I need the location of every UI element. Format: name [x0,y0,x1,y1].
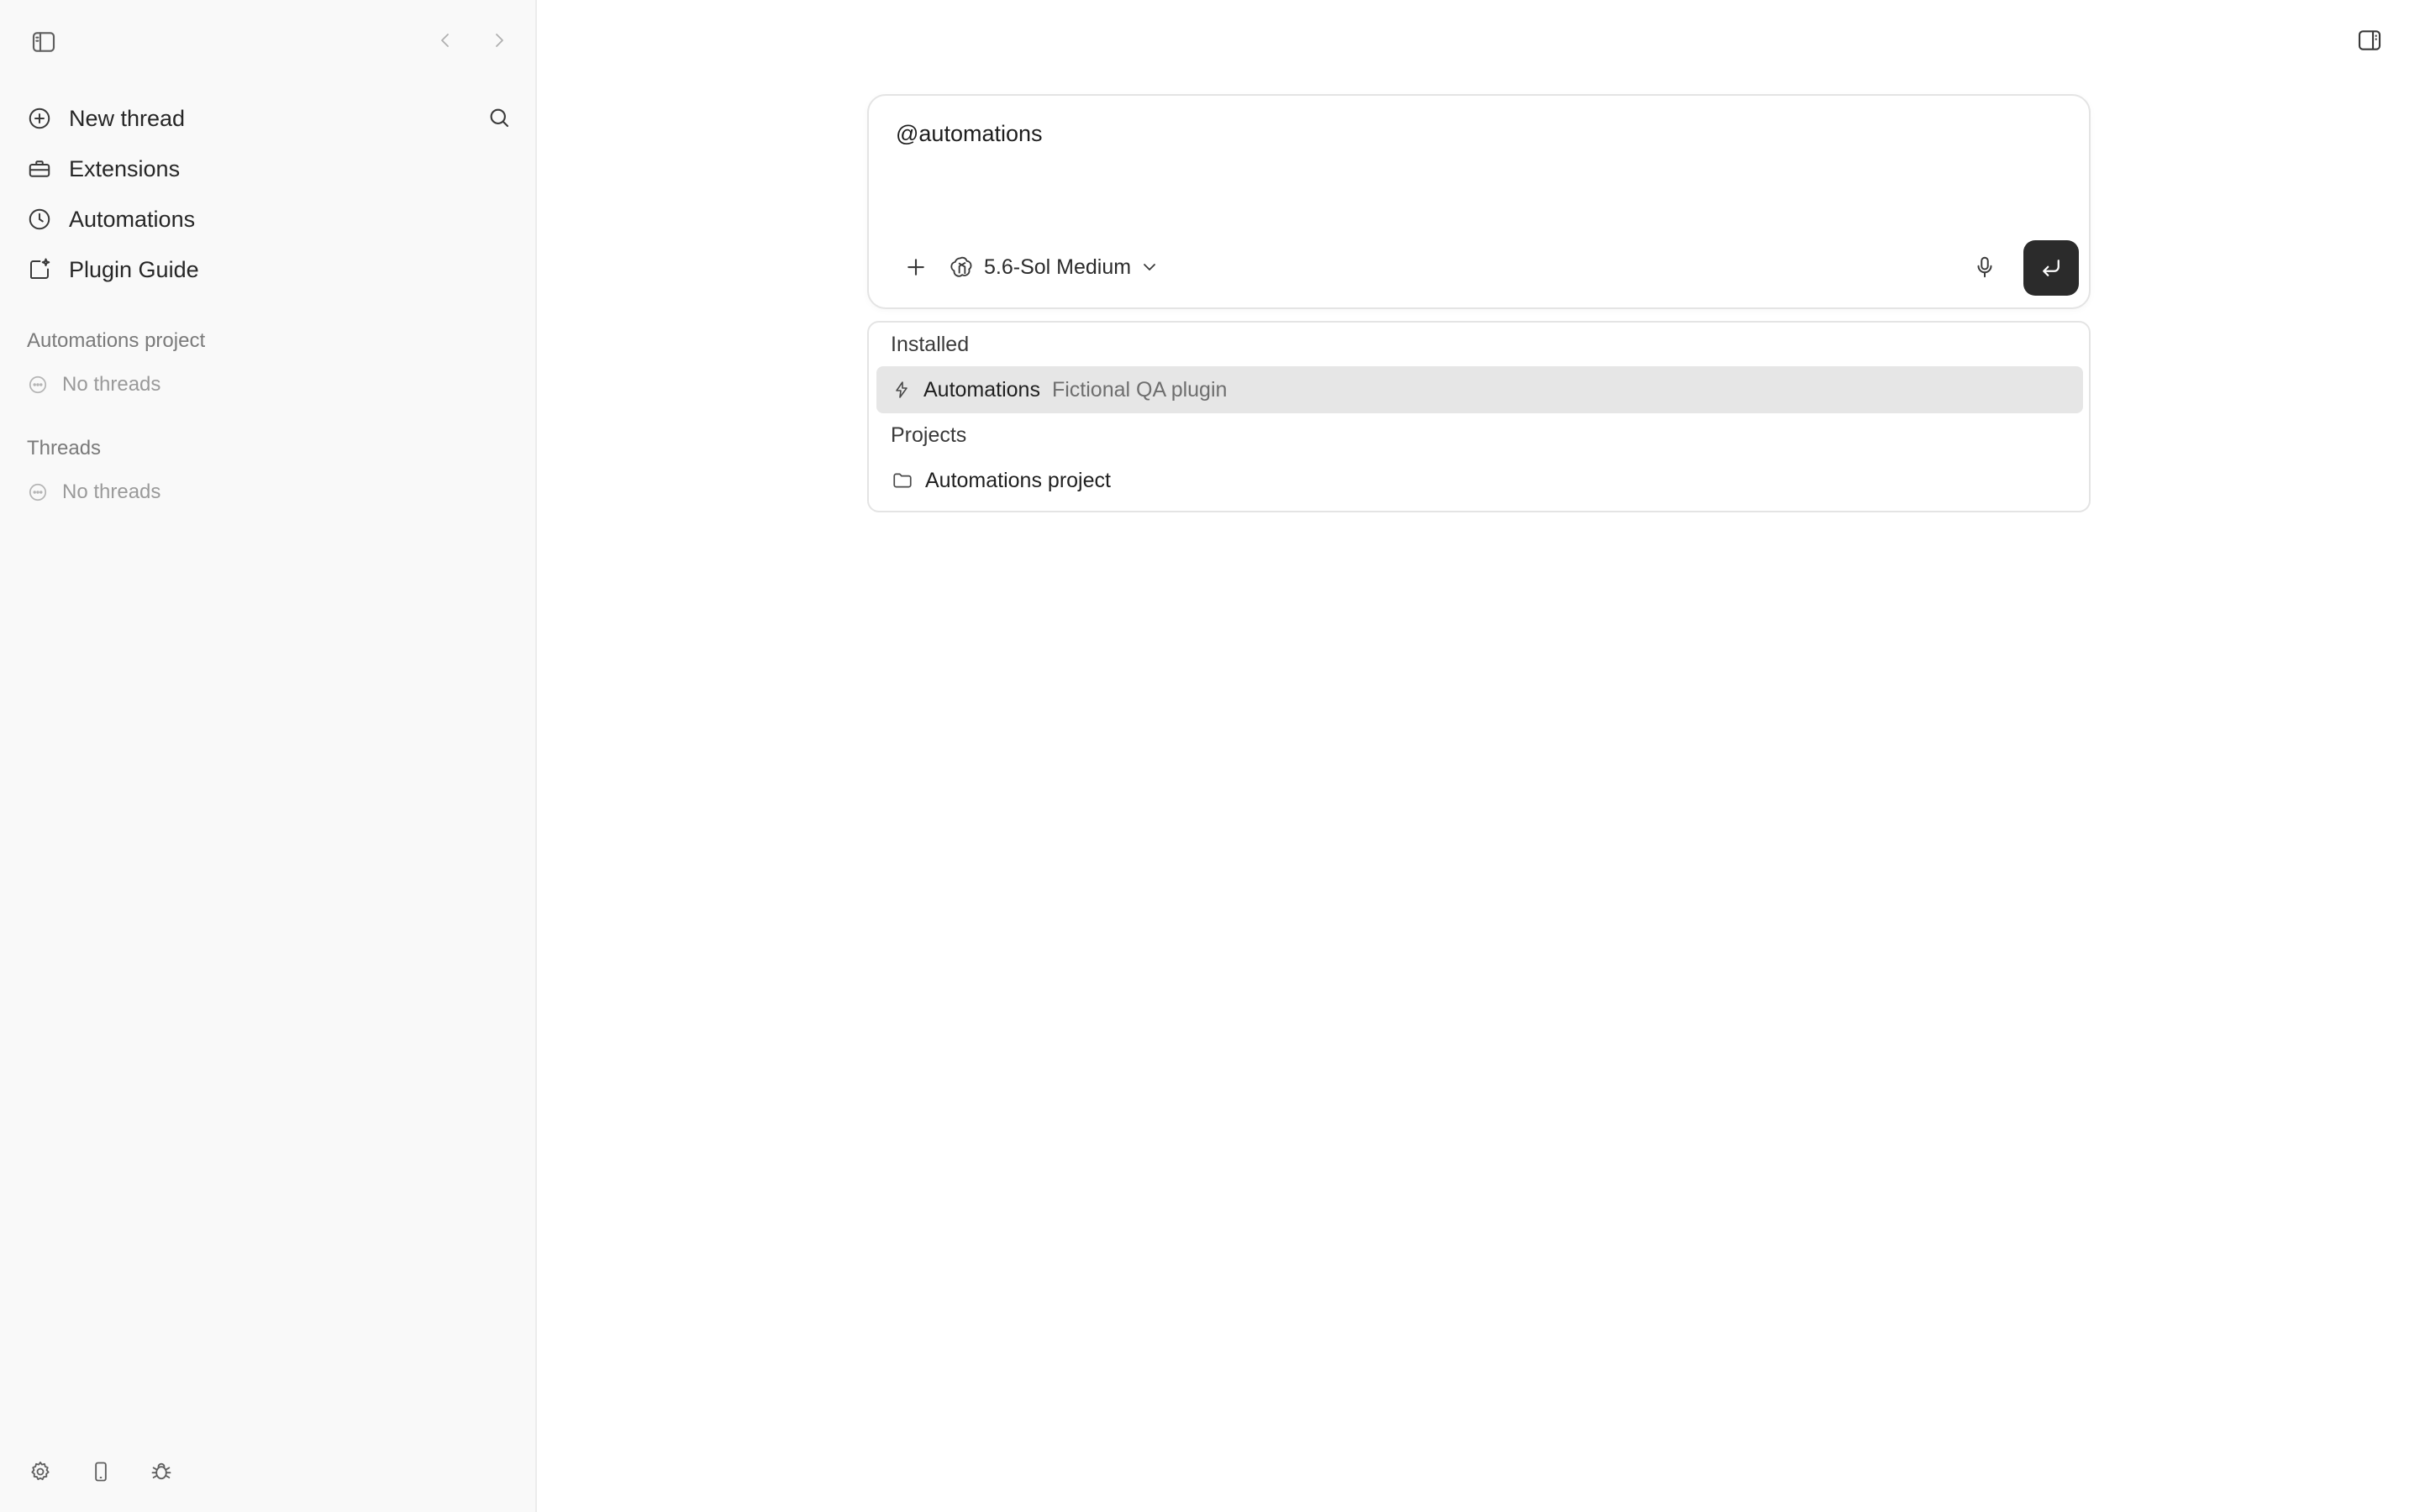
chat-bubble-icon [27,481,49,503]
dropdown-header-installed: Installed [891,333,970,356]
sidebar-toggle-icon[interactable] [27,25,60,59]
plugin-sparkle-icon [25,255,54,284]
sidebar: New thread Extensions Automations Plugin… [0,0,537,1512]
chat-bubble-icon [27,374,49,396]
sidebar-item-label: Automations [69,206,196,232]
empty-threads-label: No threads [62,373,161,396]
empty-threads-row: No threads [27,373,160,396]
model-name: 5.6-Sol Medium [984,255,1132,279]
forward-chevron-right-icon[interactable] [484,25,514,55]
empty-threads-label: No threads [62,480,161,503]
sidebar-item-new-thread[interactable]: New thread [25,97,185,139]
bug-icon[interactable] [146,1457,176,1487]
model-logo-icon [949,254,976,281]
send-button[interactable] [2023,240,2079,296]
section-title-project: Automations project [27,329,206,352]
empty-threads-row: No threads [27,480,160,504]
plugin-name: Automations [923,377,1040,402]
folder-icon [892,470,913,491]
gear-icon[interactable] [25,1457,55,1487]
sidebar-item-automations[interactable]: Automations [25,198,195,240]
enter-arrow-icon [2039,255,2064,281]
clock-icon [25,205,54,234]
plus-circle-icon [25,104,54,133]
section-title-threads: Threads [27,437,102,459]
panel-right-icon[interactable] [2353,24,2386,57]
chevron-down-icon [1139,257,1160,277]
app-window: New thread Extensions Automations Plugin… [0,0,2420,1512]
message-composer[interactable]: @automations 5.6-Sol Medium [867,94,2091,309]
project-name: Automations project [925,468,1111,492]
model-selector[interactable]: 5.6-Sol Medium [949,250,1160,284]
phone-icon[interactable] [86,1457,116,1487]
microphone-icon[interactable] [1966,249,2003,286]
sidebar-item-plugin-guide[interactable]: Plugin Guide [25,249,199,291]
composer-input[interactable]: @automations [896,121,1043,147]
dropdown-item-plugin[interactable]: Automations Fictional QA plugin [876,366,2083,413]
sidebar-item-label: Plugin Guide [69,256,199,282]
sidebar-item-label: Extensions [69,155,181,181]
add-attachment-plus-icon[interactable] [897,249,934,286]
sidebar-item-extensions[interactable]: Extensions [25,148,180,190]
dropdown-header-projects: Projects [891,423,967,447]
lightning-icon [892,380,912,400]
search-icon[interactable] [482,101,516,134]
sidebar-item-label: New thread [69,105,186,131]
mention-dropdown: Installed Automations Fictional QA plugi… [867,321,2091,512]
back-chevron-left-icon[interactable] [430,25,460,55]
plugin-description: Fictional QA plugin [1051,377,1228,402]
dropdown-item-project[interactable]: Automations project [876,457,2083,504]
toolbox-icon [25,155,54,183]
